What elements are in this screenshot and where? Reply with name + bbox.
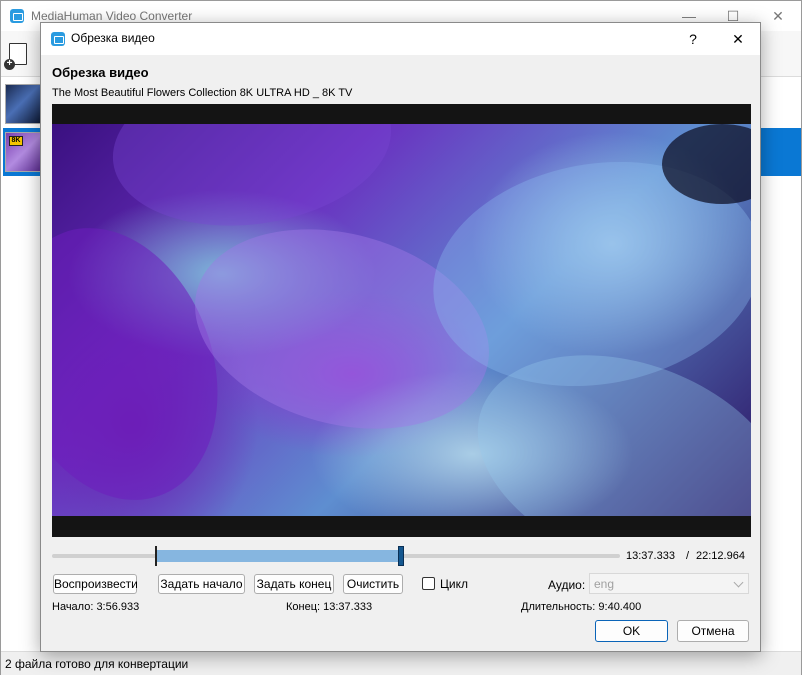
app-logo-icon (10, 9, 24, 23)
loop-checkbox[interactable] (422, 577, 435, 590)
video-frame-image (52, 124, 751, 516)
video-thumbnail (5, 84, 43, 124)
8k-badge-icon: 8K (9, 136, 23, 146)
time-separator: / (686, 550, 690, 562)
dialog-heading: Обрезка видео (52, 65, 149, 80)
cancel-button[interactable]: Отмена (677, 620, 749, 642)
set-end-button[interactable]: Задать конец (254, 574, 334, 594)
add-file-icon[interactable] (4, 43, 27, 70)
video-thumbnail: 8K (5, 132, 43, 172)
end-info: Конец: 13:37.333 (286, 601, 373, 613)
petal-shape (102, 124, 402, 243)
video-name: The Most Beautiful Flowers Collection 8K… (52, 87, 353, 99)
start-info: Начало: 3:56.933 (52, 601, 140, 613)
trim-video-dialog: Обрезка видео ? ✕ Обрезка видео The Most… (40, 22, 761, 652)
status-text: 2 файла готово для конвертации (5, 657, 189, 671)
chevron-down-icon (733, 577, 744, 588)
loop-label: Цикл (440, 577, 468, 591)
current-time: 13:37.333 (626, 550, 675, 562)
audio-label: Аудио: (548, 578, 586, 592)
start-handle[interactable] (155, 546, 157, 566)
main-window-title: MediaHuman Video Converter (31, 9, 193, 23)
ok-button[interactable]: OK (595, 620, 668, 642)
total-time: 22:12.964 (696, 550, 745, 562)
video-preview[interactable] (52, 104, 751, 537)
close-button[interactable]: ✕ (763, 5, 793, 27)
end-handle[interactable] (398, 546, 404, 566)
play-button[interactable]: Воспроизвести (53, 574, 138, 594)
status-bar: 2 файла готово для конвертации (1, 651, 801, 675)
audio-select-value: eng (594, 577, 615, 591)
dialog-app-icon (51, 32, 65, 46)
timeline-selection (156, 550, 401, 562)
dialog-title: Обрезка видео (71, 31, 155, 45)
dialog-close-button[interactable]: ✕ (724, 28, 752, 50)
dialog-titlebar: Обрезка видео ? ✕ (41, 23, 760, 55)
audio-track-select[interactable]: eng (589, 573, 749, 594)
help-button[interactable]: ? (679, 28, 707, 50)
clear-button[interactable]: Очистить (343, 574, 403, 594)
set-start-button[interactable]: Задать начало (158, 574, 245, 594)
duration-info: Длительность: 9:40.400 (521, 601, 642, 613)
trim-timeline[interactable] (52, 546, 620, 566)
